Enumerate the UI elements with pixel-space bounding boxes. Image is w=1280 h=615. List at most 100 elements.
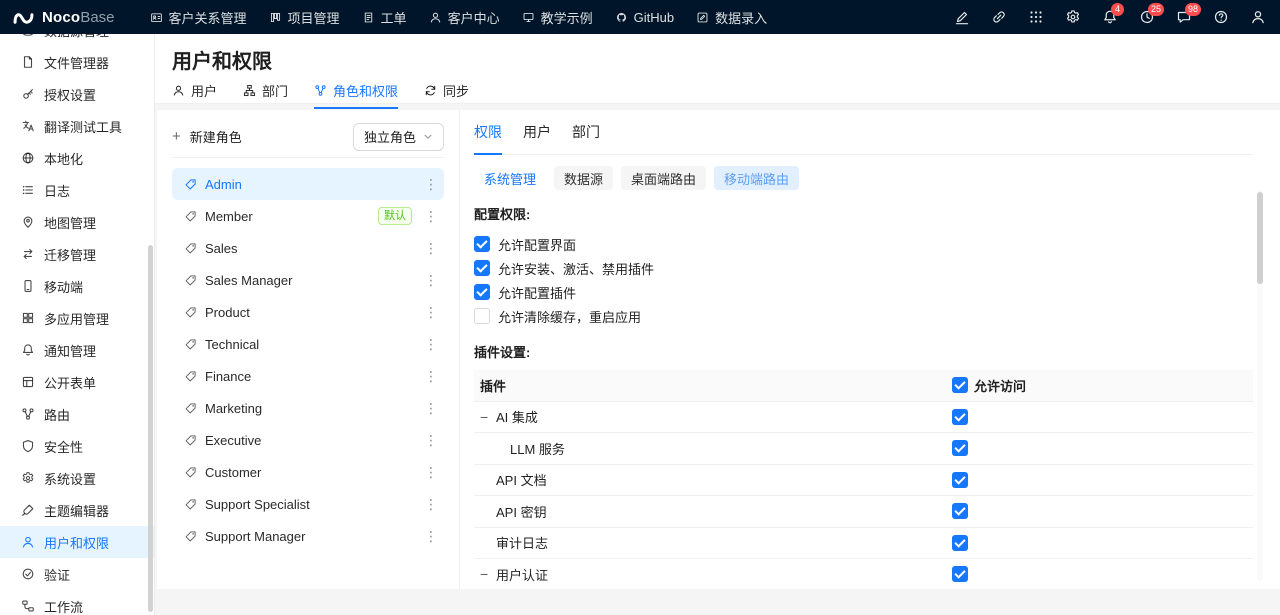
pen-icon[interactable]	[954, 9, 970, 25]
nocobase-logo[interactable]: NocoBase	[12, 9, 115, 26]
role-more-button[interactable]: ⋮	[420, 336, 442, 353]
role-more-button[interactable]: ⋮	[420, 304, 442, 321]
checkbox-allow-install-plugins[interactable]: 允许安装、激活、禁用插件	[474, 256, 1253, 280]
sidebar-item-system-settings[interactable]: 系统设置	[0, 462, 154, 494]
plugin-access-checkbox[interactable]	[952, 503, 968, 519]
role-item-support-specialist[interactable]: Support Specialist⋮	[172, 488, 444, 520]
topnav-item-ticket[interactable]: 工单	[351, 0, 418, 34]
help-icon[interactable]	[1213, 9, 1229, 25]
sidebar-scrollbar[interactable]	[148, 34, 153, 615]
topnav-item-github[interactable]: GitHub	[604, 0, 685, 34]
sidebar-item-translation-tool[interactable]: 翻译测试工具	[0, 110, 154, 142]
chat-icon[interactable]: 98	[1176, 9, 1192, 25]
clock-icon[interactable]: 25	[1139, 9, 1155, 25]
plugin-access-checkbox[interactable]	[952, 409, 968, 425]
role-more-button[interactable]: ⋮	[420, 528, 442, 545]
role-item-admin[interactable]: Admin⋮	[172, 168, 444, 200]
plugin-access-checkbox[interactable]	[952, 472, 968, 488]
checkbox-allow-config-plugins[interactable]: 允许配置插件	[474, 280, 1253, 304]
sidebar-item-label: 安全性	[44, 437, 83, 456]
checkbox-allow-config-ui[interactable]: 允许配置界面	[474, 232, 1253, 256]
topnav-item-crm[interactable]: 客户关系管理	[139, 0, 258, 34]
sidebar-item-multi-app[interactable]: 多应用管理	[0, 302, 154, 334]
sidebar-item-map-manager[interactable]: 地图管理	[0, 206, 154, 238]
checkbox-checked-icon[interactable]	[474, 284, 490, 300]
subtab-system-management[interactable]: 系统管理	[474, 166, 546, 190]
subtab-mobile-routes[interactable]: 移动端路由	[714, 166, 799, 190]
role-item-technical[interactable]: Technical⋮	[172, 328, 444, 360]
topnav-item-customer-center[interactable]: 客户中心	[418, 0, 511, 34]
plugin-access-checkbox[interactable]	[952, 535, 968, 551]
sidebar-item-notifications[interactable]: 通知管理	[0, 334, 154, 366]
sidebar-item-datasource[interactable]: 数据源管理	[0, 34, 154, 46]
allow-access-all-checkbox[interactable]	[952, 377, 968, 393]
panel-scrollbar-thumb[interactable]	[1257, 192, 1263, 284]
role-type-select[interactable]: 独立角色	[353, 123, 444, 151]
tab-sync[interactable]: 同步	[424, 81, 469, 108]
sidebar-item-verification[interactable]: 验证	[0, 558, 154, 590]
notifications-bell-icon[interactable]: 4	[1102, 9, 1118, 25]
sidebar-scrollbar-thumb[interactable]	[148, 245, 153, 612]
role-item-finance[interactable]: Finance⋮	[172, 360, 444, 392]
gear-icon[interactable]	[1065, 9, 1081, 25]
tag-icon	[184, 402, 197, 415]
tab-departments[interactable]: 部门	[243, 81, 288, 108]
sidebar-item-routes[interactable]: 路由	[0, 398, 154, 430]
topnav-item-data-entry[interactable]: 数据录入	[685, 0, 778, 34]
role-name: Product	[205, 305, 250, 320]
plugin-access-checkbox[interactable]	[952, 566, 968, 582]
role-more-button[interactable]: ⋮	[420, 240, 442, 257]
sidebar-item-auth-settings[interactable]: 授权设置	[0, 78, 154, 110]
checkbox-checked-icon[interactable]	[474, 260, 490, 276]
role-more-button[interactable]: ⋮	[420, 400, 442, 417]
role-more-button[interactable]: ⋮	[420, 432, 442, 449]
role-item-sales-manager[interactable]: Sales Manager⋮	[172, 264, 444, 296]
logo-text-light: Base	[80, 9, 114, 26]
checkbox-allow-clear-cache[interactable]: 允许清除缓存，重启应用	[474, 304, 1253, 328]
sidebar-item-security[interactable]: 安全性	[0, 430, 154, 462]
tab-roles-permissions[interactable]: 角色和权限	[314, 81, 398, 108]
role-item-sales[interactable]: Sales⋮	[172, 232, 444, 264]
role-item-marketing[interactable]: Marketing⋮	[172, 392, 444, 424]
role-item-customer[interactable]: Customer⋮	[172, 456, 444, 488]
subtab-desktop-routes[interactable]: 桌面端路由	[621, 166, 706, 190]
sidebar-item-workflow[interactable]: 工作流	[0, 590, 154, 615]
collapse-icon[interactable]: −	[480, 410, 496, 424]
role-more-button[interactable]: ⋮	[420, 496, 442, 513]
tab-users[interactable]: 用户	[172, 81, 217, 108]
role-item-product[interactable]: Product ⋮	[172, 296, 444, 328]
role-item-member[interactable]: Member默认⋮	[172, 200, 444, 232]
tab-role-users[interactable]: 用户	[523, 110, 551, 154]
tag-icon	[184, 338, 197, 351]
new-role-button[interactable]: +新建角色	[172, 127, 242, 146]
role-item-support-manager[interactable]: Support Manager⋮	[172, 520, 444, 552]
api-icon[interactable]	[991, 9, 1007, 25]
collapse-icon[interactable]: −	[480, 567, 496, 581]
tab-permissions[interactable]: 权限	[474, 110, 502, 154]
role-more-button[interactable]: ⋮	[420, 272, 442, 289]
sidebar-item-file-manager[interactable]: 文件管理器	[0, 46, 154, 78]
subtab-datasource[interactable]: 数据源	[554, 166, 613, 190]
role-more-button[interactable]: ⋮	[420, 368, 442, 385]
tab-role-departments[interactable]: 部门	[572, 110, 600, 154]
sidebar-item-theme-editor[interactable]: 主题编辑器	[0, 494, 154, 526]
checkbox-unchecked-icon[interactable]	[474, 308, 490, 324]
role-item-executive[interactable]: Executive⋮	[172, 424, 444, 456]
panel-scrollbar[interactable]	[1257, 190, 1263, 581]
sidebar-item-mobile[interactable]: 移动端	[0, 270, 154, 302]
topnav-item-project[interactable]: 项目管理	[258, 0, 351, 34]
user-icon[interactable]	[1250, 9, 1266, 25]
sidebar-item-public-forms[interactable]: 公开表单	[0, 366, 154, 398]
role-more-button[interactable]: ⋮	[420, 464, 442, 481]
sidebar-item-users-permissions[interactable]: 用户和权限	[0, 526, 154, 558]
sidebar-item-migration[interactable]: 迁移管理	[0, 238, 154, 270]
sidebar-item-logs[interactable]: 日志	[0, 174, 154, 206]
plugin-access-checkbox[interactable]	[952, 440, 968, 456]
role-more-button[interactable]: ⋮	[420, 208, 442, 225]
topnav-item-tutorial[interactable]: 教学示例	[511, 0, 604, 34]
role-more-button[interactable]: ⋮	[420, 176, 442, 193]
sidebar-item-localization[interactable]: 本地化	[0, 142, 154, 174]
roles-panel: +新建角色 独立角色 Admin⋮ Member默认⋮ Sales⋮ Sales…	[157, 110, 460, 589]
apps-grid-icon[interactable]	[1028, 9, 1044, 25]
checkbox-checked-icon[interactable]	[474, 236, 490, 252]
